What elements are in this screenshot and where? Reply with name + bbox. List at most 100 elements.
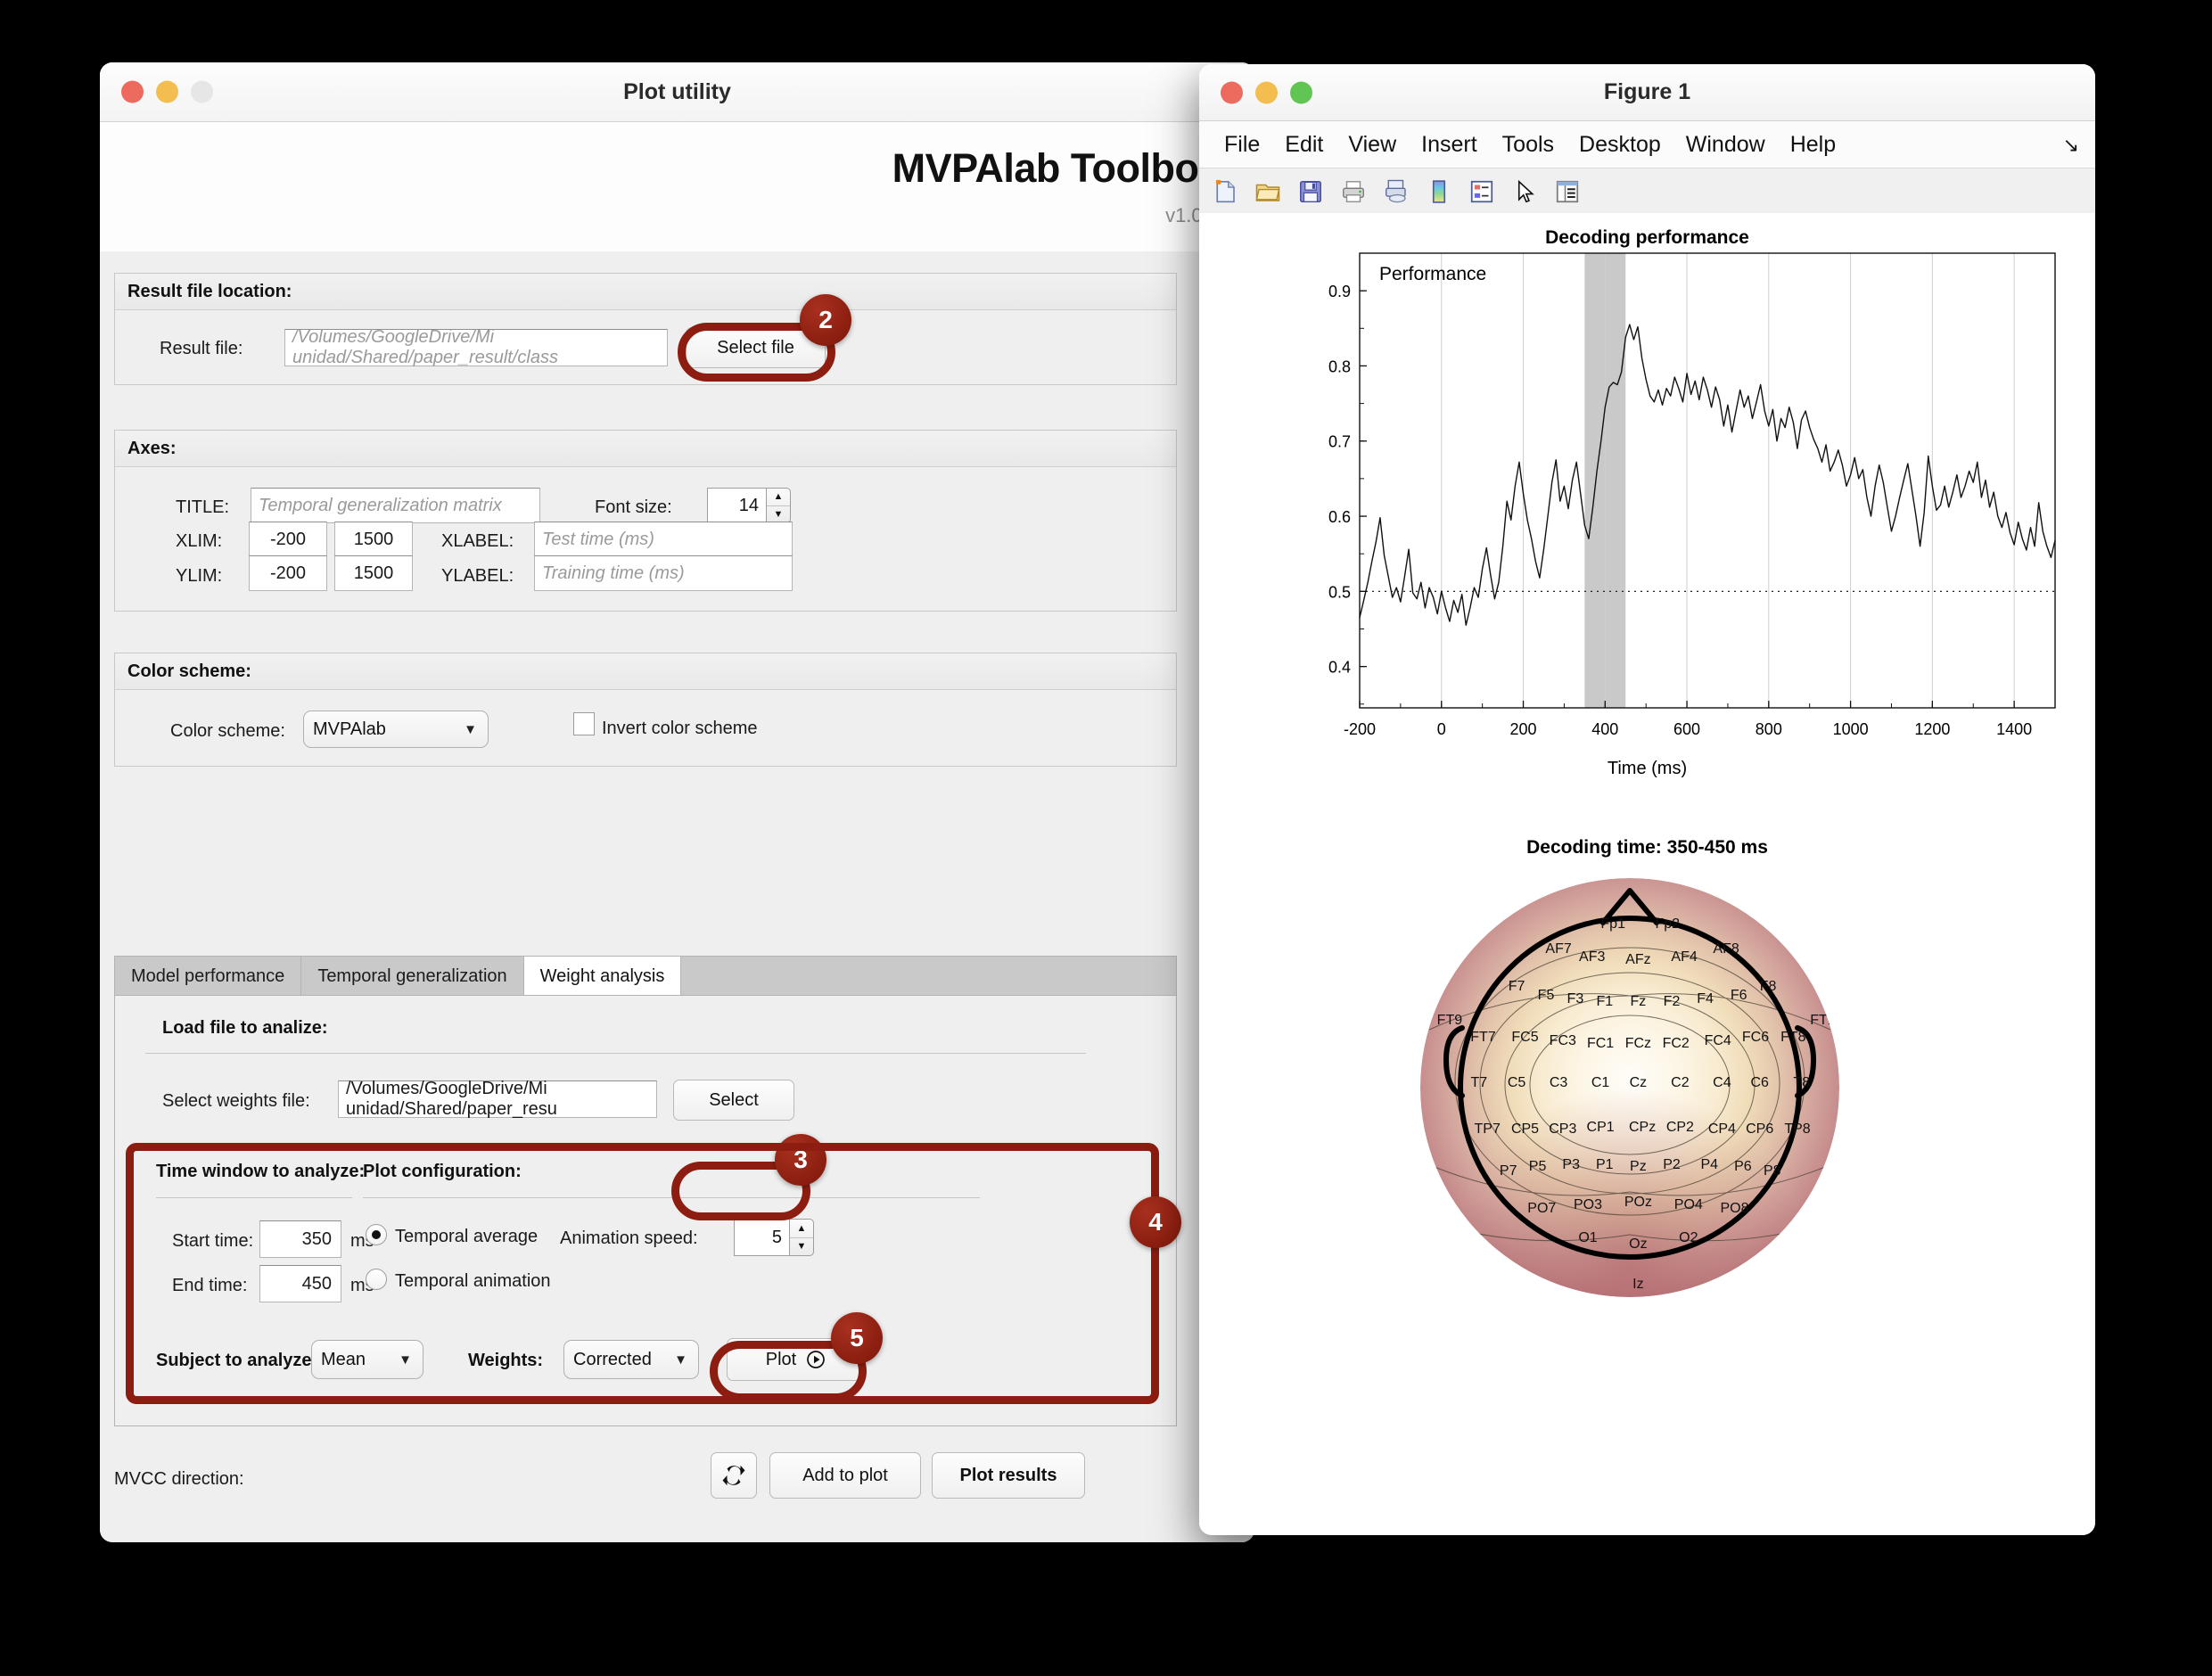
- close-button[interactable]: [121, 81, 144, 103]
- figure-toolbar: [1199, 168, 2095, 216]
- electrode-label-o1: O1: [1578, 1230, 1597, 1246]
- subject-select[interactable]: Mean ▼: [311, 1340, 423, 1379]
- animation-speed-down-icon[interactable]: ▼: [790, 1238, 813, 1256]
- figure-window: Figure 1 File Edit View Insert Tools Des…: [1199, 64, 2095, 1535]
- electrode-label-fc2: FC2: [1663, 1036, 1690, 1052]
- xlim-max-input[interactable]: 1500: [334, 522, 413, 557]
- ylim-max-input[interactable]: 1500: [334, 555, 413, 591]
- menu-help[interactable]: Help: [1778, 132, 1848, 158]
- x-tick-label: 0: [1437, 720, 1446, 738]
- play-circle-icon: [805, 1349, 826, 1370]
- maximize-button[interactable]: [1290, 81, 1312, 103]
- font-size-stepper[interactable]: 14 ▲ ▼: [707, 488, 791, 523]
- plot-results-button[interactable]: Plot results: [932, 1452, 1085, 1499]
- chevron-down-icon: ▼: [399, 1352, 412, 1368]
- expand-menu-icon[interactable]: ↘: [2063, 134, 2079, 157]
- colorbar-icon[interactable]: [1424, 177, 1454, 207]
- figure-menubar: File Edit View Insert Tools Desktop Wind…: [1199, 121, 2095, 168]
- result-file-input[interactable]: /Volumes/GoogleDrive/Mi unidad/Shared/pa…: [284, 329, 668, 366]
- swap-direction-button[interactable]: [711, 1452, 757, 1499]
- electrode-label-fz: Fz: [1631, 994, 1647, 1010]
- menu-window[interactable]: Window: [1673, 132, 1778, 158]
- print-icon[interactable]: [1338, 177, 1369, 207]
- electrode-label-c1: C1: [1591, 1075, 1609, 1091]
- minimize-button[interactable]: [156, 81, 178, 103]
- select-weights-button[interactable]: Select: [673, 1080, 794, 1121]
- radio-temporal-animation[interactable]: [366, 1269, 387, 1290]
- electrode-label-p7: P7: [1500, 1163, 1517, 1179]
- animation-speed-stepper[interactable]: 5 ▲ ▼: [734, 1219, 814, 1256]
- xlim-min-input[interactable]: -200: [249, 522, 327, 557]
- load-file-heading: Load file to analize:: [162, 1018, 328, 1039]
- xlabel-label: XLABEL:: [441, 531, 514, 552]
- add-to-plot-button[interactable]: Add to plot: [769, 1452, 921, 1499]
- electrode-label-f2: F2: [1664, 994, 1681, 1010]
- font-size-value[interactable]: 14: [707, 488, 766, 523]
- weights-select[interactable]: Corrected ▼: [563, 1340, 699, 1379]
- electrode-label-f3: F3: [1567, 991, 1584, 1007]
- open-file-icon[interactable]: [1253, 177, 1283, 207]
- minimize-button[interactable]: [1255, 81, 1278, 103]
- radio-dot-icon: [372, 1230, 381, 1239]
- annotation-badge-4: 4: [1130, 1196, 1181, 1248]
- electrode-label-f6: F6: [1731, 988, 1747, 1004]
- color-scheme-select[interactable]: MVPAlab ▼: [303, 711, 489, 748]
- menu-view[interactable]: View: [1336, 132, 1409, 158]
- plot-utility-titlebar: Plot utility: [100, 62, 1254, 122]
- electrode-label-af8: AF8: [1713, 941, 1739, 957]
- menu-file[interactable]: File: [1212, 132, 1272, 158]
- menu-desktop[interactable]: Desktop: [1566, 132, 1673, 158]
- figure-canvas: Decoding performance 0.40.50.60.70.80.9-…: [1199, 213, 2095, 1535]
- animation-speed-up-icon[interactable]: ▲: [790, 1220, 813, 1238]
- print-preview-icon[interactable]: [1381, 177, 1411, 207]
- electrode-label-ft8: FT8: [1780, 1030, 1805, 1046]
- electrode-label-fc4: FC4: [1705, 1033, 1731, 1049]
- pointer-icon[interactable]: [1509, 177, 1540, 207]
- electrode-label-f1: F1: [1596, 994, 1613, 1010]
- ylabel-input[interactable]: Training time (ms): [534, 555, 793, 591]
- electrode-label-ft9: FT9: [1437, 1013, 1462, 1029]
- electrode-label-ft10: FT10: [1810, 1013, 1839, 1029]
- menu-tools[interactable]: Tools: [1490, 132, 1566, 158]
- electrode-label-tp7: TP7: [1475, 1121, 1501, 1138]
- result-file-panel-title: Result file location:: [115, 274, 1176, 310]
- x-tick-label: -200: [1344, 720, 1376, 738]
- ylabel-label: YLABEL:: [441, 566, 514, 587]
- electrode-label-cp4: CP4: [1708, 1121, 1736, 1138]
- time-window-heading: Time window to analyze:: [156, 1162, 365, 1182]
- radio-temporal-average[interactable]: [366, 1224, 387, 1245]
- xlim-label: XLIM:: [176, 531, 222, 552]
- font-size-buttons[interactable]: ▲ ▼: [766, 488, 791, 523]
- save-figure-icon[interactable]: [1295, 177, 1326, 207]
- start-time-input[interactable]: 350: [259, 1220, 341, 1258]
- electrode-label-poz: POz: [1624, 1195, 1652, 1211]
- tab-temporal-generalization[interactable]: Temporal generalization: [301, 957, 523, 996]
- select-weights-input[interactable]: /Volumes/GoogleDrive/Mi unidad/Shared/pa…: [338, 1080, 657, 1118]
- invert-color-checkbox[interactable]: [573, 712, 595, 735]
- font-size-down-icon[interactable]: ▼: [767, 506, 790, 523]
- electrode-label-fcz: FCz: [1625, 1036, 1651, 1052]
- legend-icon[interactable]: [1467, 177, 1497, 207]
- end-time-input[interactable]: 450: [259, 1265, 341, 1302]
- close-button[interactable]: [1221, 81, 1243, 103]
- new-figure-icon[interactable]: [1210, 177, 1240, 207]
- electrode-label-afz: AFz: [1625, 952, 1650, 968]
- y-tick-label: 0.8: [1328, 357, 1351, 375]
- x-tick-label: 200: [1510, 720, 1537, 738]
- electrode-label-af7: AF7: [1545, 941, 1571, 957]
- electrode-label-p4: P4: [1701, 1157, 1719, 1173]
- electrode-label-fc5: FC5: [1511, 1030, 1538, 1046]
- ylim-min-input[interactable]: -200: [249, 555, 327, 591]
- font-size-up-icon[interactable]: ▲: [767, 489, 790, 506]
- xlabel-input[interactable]: Test time (ms): [534, 522, 793, 557]
- animation-speed-buttons[interactable]: ▲ ▼: [789, 1219, 814, 1256]
- menu-edit[interactable]: Edit: [1272, 132, 1336, 158]
- axes-title-input[interactable]: Temporal generalization matrix: [251, 488, 540, 523]
- tab-weight-analysis[interactable]: Weight analysis: [524, 957, 682, 996]
- tab-model-performance[interactable]: Model performance: [115, 957, 301, 996]
- swap-direction-icon: [720, 1462, 747, 1489]
- property-inspector-icon[interactable]: [1552, 177, 1583, 207]
- figure-window-controls: [1221, 81, 1312, 103]
- animation-speed-value[interactable]: 5: [734, 1219, 789, 1256]
- menu-insert[interactable]: Insert: [1409, 132, 1490, 158]
